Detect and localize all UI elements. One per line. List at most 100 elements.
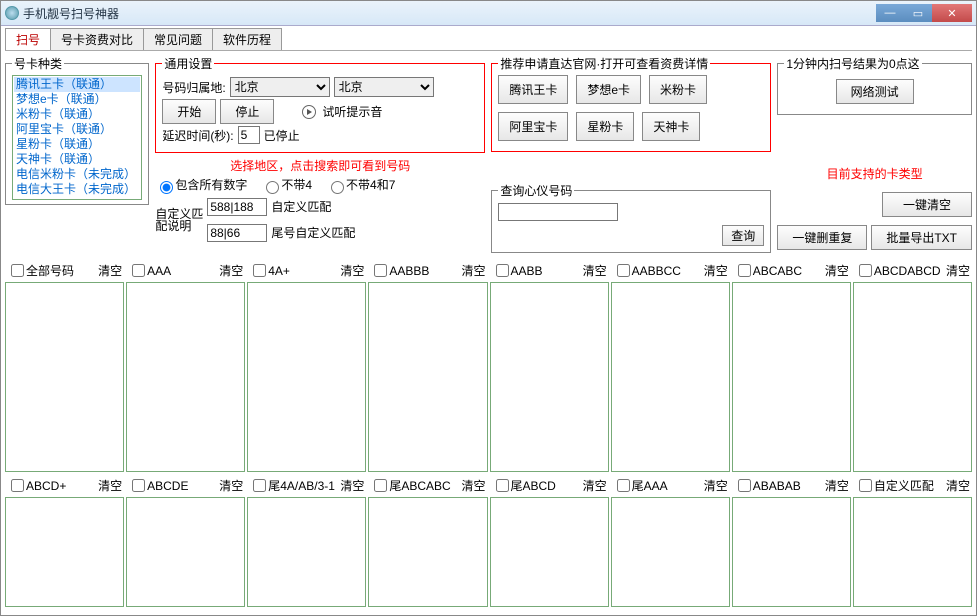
rec-card-button[interactable]: 腾讯王卡 — [498, 75, 568, 104]
panel-listbox[interactable] — [490, 497, 609, 607]
maximize-button[interactable]: ▭ — [904, 4, 932, 22]
panel-listbox[interactable] — [732, 497, 851, 607]
panel-listbox[interactable] — [853, 497, 972, 607]
panel-clear-button[interactable]: 清空 — [461, 477, 485, 494]
cardtype-listbox[interactable]: 腾讯王卡（联通） 梦想e卡（联通） 米粉卡（联通） 阿里宝卡（联通） 星粉卡（联… — [12, 75, 142, 200]
list-item[interactable]: 米粉卡（联通） — [14, 107, 140, 122]
location-label: 号码归属地: — [162, 79, 225, 96]
panel-clear-button[interactable]: 清空 — [98, 262, 122, 279]
network-test-button[interactable]: 网络测试 — [836, 79, 914, 104]
panel-clear-button[interactable]: 清空 — [583, 262, 607, 279]
panel-listbox[interactable] — [5, 497, 124, 607]
close-button[interactable]: ✕ — [932, 4, 972, 22]
panel-clear-button[interactable]: 清空 — [825, 262, 849, 279]
status-text: 已停止 — [264, 127, 300, 144]
clear-all-button[interactable]: 一键清空 — [882, 192, 972, 217]
panel-listbox[interactable] — [5, 282, 124, 472]
panel-listbox[interactable] — [490, 282, 609, 472]
panel-checkbox[interactable]: AABBCC — [613, 261, 681, 280]
city-select[interactable]: 北京 — [334, 77, 434, 97]
panel-checkbox[interactable]: 尾4A/AB/3-1 — [249, 476, 335, 495]
rec-card-button[interactable]: 米粉卡 — [649, 75, 707, 104]
start-button[interactable]: 开始 — [162, 99, 216, 124]
panel-listbox[interactable] — [247, 282, 366, 472]
panel-clear-button[interactable]: 清空 — [340, 477, 364, 494]
panel-clear-button[interactable]: 清空 — [98, 477, 122, 494]
custom-match-input-1[interactable] — [207, 198, 267, 216]
custom-match-input-2[interactable] — [207, 224, 267, 242]
list-item[interactable]: 星粉卡（联通） — [14, 137, 140, 152]
tab-scan[interactable]: 扫号 — [5, 28, 51, 50]
rec-card-button[interactable]: 梦想e卡 — [576, 75, 641, 104]
list-item[interactable]: 电信米粉卡（未完成） — [14, 167, 140, 182]
panel-clear-button[interactable]: 清空 — [825, 477, 849, 494]
tone-label[interactable]: 试听提示音 — [322, 103, 382, 120]
list-item[interactable]: 天神卡（联通） — [14, 152, 140, 167]
panel-label: 4A+ — [268, 264, 290, 278]
stop-button[interactable]: 停止 — [220, 99, 274, 124]
play-icon[interactable] — [302, 105, 316, 119]
panel-listbox[interactable] — [368, 282, 487, 472]
general-settings-group: 通用设置 号码归属地: 北京 北京 开始 停止 试听提示音 延迟时间( — [155, 55, 485, 153]
panel-checkbox[interactable]: ABCDE — [128, 476, 188, 495]
panel-checkbox[interactable]: AABBB — [370, 261, 429, 280]
zero-result-group: 1分钟内扫号结果为0点这 网络测试 — [777, 55, 972, 115]
panel-checkbox[interactable]: 尾ABCD — [492, 476, 556, 495]
panel-clear-button[interactable]: 清空 — [219, 262, 243, 279]
list-item[interactable]: 阿里宝卡（联通） — [14, 122, 140, 137]
panel-checkbox[interactable]: ABABAB — [734, 476, 801, 495]
panel-listbox[interactable] — [126, 282, 245, 472]
panel-checkbox[interactable]: 自定义匹配 — [855, 476, 934, 495]
list-item[interactable]: 梦想e卡（联通） — [14, 92, 140, 107]
dedup-button[interactable]: 一键删重复 — [777, 225, 867, 250]
panel-checkbox[interactable]: ABCABC — [734, 261, 802, 280]
panel-checkbox[interactable]: ABCDABCD — [855, 261, 941, 280]
panel-checkbox[interactable]: 全部号码 — [7, 261, 74, 280]
query-button[interactable]: 查询 — [722, 225, 764, 246]
panel-listbox[interactable] — [611, 497, 730, 607]
radio-all[interactable]: 包含所有数字 — [155, 176, 247, 194]
rec-card-button[interactable]: 天神卡 — [642, 112, 700, 141]
minimize-button[interactable]: — — [876, 4, 904, 22]
panel-label: AABBB — [389, 264, 429, 278]
panel-clear-button[interactable]: 清空 — [946, 262, 970, 279]
radio-no4[interactable]: 不带4 — [261, 176, 312, 194]
radio-no47[interactable]: 不带4和7 — [326, 176, 395, 194]
province-select[interactable]: 北京 — [230, 77, 330, 97]
rec-card-button[interactable]: 星粉卡 — [576, 112, 634, 141]
panel-label: 全部号码 — [26, 262, 74, 279]
list-item[interactable]: 腾讯王卡（联通） — [14, 77, 140, 92]
panel-checkbox[interactable]: AAA — [128, 261, 171, 280]
panel-checkbox[interactable]: 4A+ — [249, 261, 290, 280]
panel-listbox[interactable] — [368, 497, 487, 607]
panel-clear-button[interactable]: 清空 — [704, 477, 728, 494]
delay-input[interactable] — [238, 126, 260, 144]
panel-checkbox[interactable]: 尾AAA — [613, 476, 668, 495]
query-input[interactable] — [498, 203, 618, 221]
custom-match-text-1: 自定义匹配 — [271, 198, 331, 215]
panel-checkbox[interactable]: AABB — [492, 261, 543, 280]
panel-clear-button[interactable]: 清空 — [946, 477, 970, 494]
custom-match-label: 自定义匹配说明 — [155, 208, 203, 232]
panel-clear-button[interactable]: 清空 — [219, 477, 243, 494]
panel-listbox[interactable] — [853, 282, 972, 472]
panel-clear-button[interactable]: 清空 — [704, 262, 728, 279]
panel-listbox[interactable] — [126, 497, 245, 607]
tab-history[interactable]: 软件历程 — [212, 28, 282, 50]
zero-result-legend: 1分钟内扫号结果为0点这 — [784, 55, 921, 72]
panel-clear-button[interactable]: 清空 — [340, 262, 364, 279]
panel-listbox[interactable] — [247, 497, 366, 607]
panel-checkbox[interactable]: ABCD+ — [7, 476, 66, 495]
list-item[interactable]: 电信大王卡（未完成） — [14, 182, 140, 197]
tab-faq[interactable]: 常见问题 — [143, 28, 213, 50]
rec-card-button[interactable]: 阿里宝卡 — [498, 112, 568, 141]
panel-listbox[interactable] — [732, 282, 851, 472]
delay-label: 延迟时间(秒): — [162, 127, 233, 144]
tab-compare[interactable]: 号卡资费对比 — [50, 28, 144, 50]
panel-listbox[interactable] — [611, 282, 730, 472]
panel-clear-button[interactable]: 清空 — [461, 262, 485, 279]
panel-checkbox[interactable]: 尾ABCABC — [370, 476, 450, 495]
export-txt-button[interactable]: 批量导出TXT — [871, 225, 972, 250]
panel-label: ABCD+ — [26, 479, 66, 493]
panel-clear-button[interactable]: 清空 — [583, 477, 607, 494]
